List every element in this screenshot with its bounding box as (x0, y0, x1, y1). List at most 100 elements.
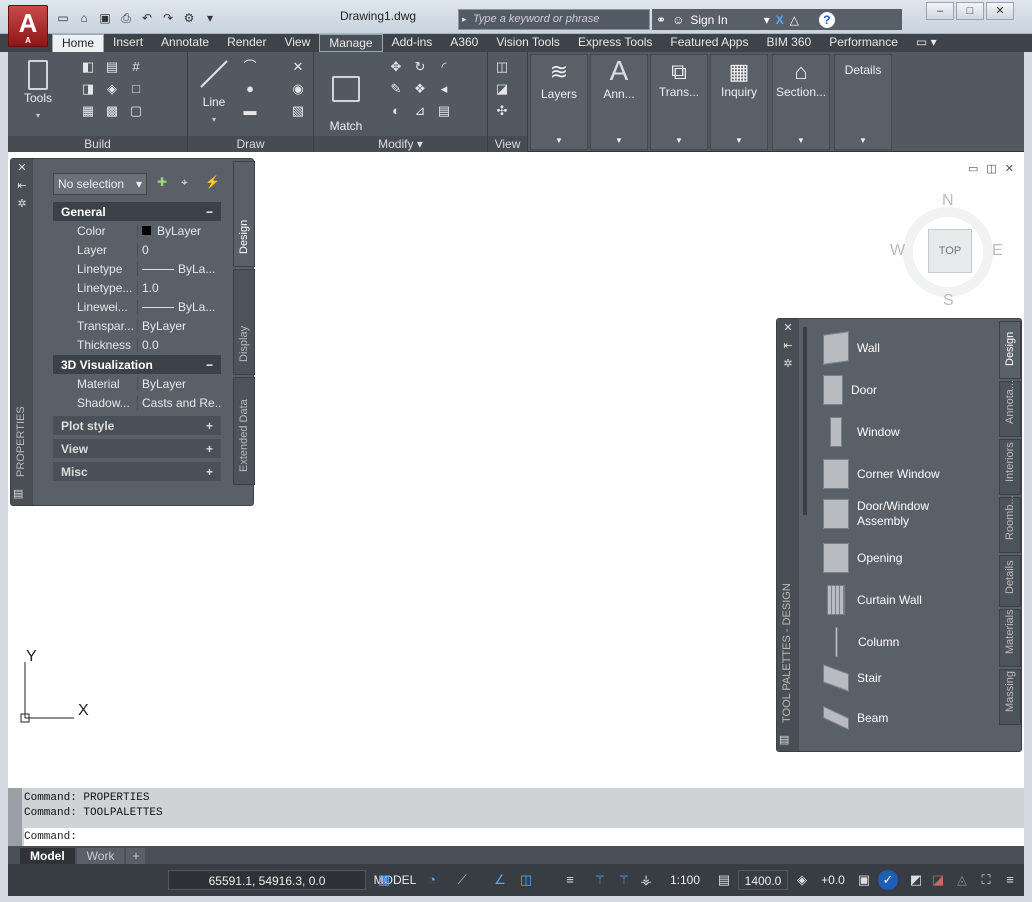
tab-massing[interactable]: Massing (999, 669, 1021, 725)
property-row[interactable]: Shadow... Casts and Re... (53, 393, 221, 412)
polyline-icon[interactable]: ⌒ (240, 58, 260, 76)
menu-icon[interactable]: ▤ (779, 731, 789, 749)
section-general[interactable]: General − (53, 202, 221, 221)
selection-dropdown[interactable]: No selection ▾ (53, 173, 147, 195)
tool-window[interactable]: Window (823, 417, 900, 447)
box-icon[interactable]: ▢ (126, 102, 146, 120)
tab-extended-data[interactable]: Extended Data (233, 377, 255, 485)
tab-manage[interactable]: Manage (319, 34, 383, 52)
graph-icon[interactable]: ◩ (906, 870, 926, 890)
save-icon[interactable]: ▣ (96, 9, 114, 27)
property-row[interactable]: Linetype... 1.0 (53, 278, 221, 297)
compass-west[interactable]: W (890, 242, 905, 260)
compass-south[interactable]: S (943, 292, 954, 310)
osnap-icon[interactable]: ◫ (516, 870, 536, 890)
coordinates-readout[interactable]: 65591.1, 54916.3, 0.0 (168, 870, 366, 890)
isolate-icon[interactable]: ✣ (492, 102, 512, 120)
hatch-icon[interactable]: ▧ (288, 102, 308, 120)
rectangle-icon[interactable]: ▬ (240, 102, 260, 120)
polar-icon[interactable]: ∠ (490, 870, 510, 890)
warning-icon[interactable]: ◪ (928, 870, 948, 890)
minimize-button[interactable]: – (926, 2, 954, 20)
add-layout-button[interactable]: + (126, 848, 146, 864)
tab-vision-tools[interactable]: Vision Tools (487, 34, 569, 52)
copy-icon[interactable]: ❖ (410, 80, 430, 98)
grid-icon[interactable]: ▦ (374, 870, 394, 890)
fillet-icon[interactable]: ◜ (434, 58, 454, 76)
property-row[interactable]: Thickness 0.0 (53, 335, 221, 354)
stretch-icon[interactable]: ◂ (434, 80, 454, 98)
fullscreen-icon[interactable]: ⛶ (976, 870, 996, 890)
pencil-icon[interactable]: ✎ (386, 80, 406, 98)
calculator-icon[interactable]: ▤ (714, 870, 734, 890)
snap-icon[interactable]: ◔ (422, 870, 442, 890)
autohide-icon[interactable]: ⇤ (11, 177, 33, 195)
move-icon[interactable]: ✥ (386, 58, 406, 76)
property-row[interactable]: Layer 0 (53, 240, 221, 259)
search-input[interactable]: ▸ Type a keyword or phrase (458, 9, 650, 30)
help-icon[interactable]: ? (818, 11, 835, 28)
circle-icon[interactable]: ● (240, 80, 260, 98)
rotate-icon[interactable]: ↻ (410, 58, 430, 76)
annotation-scale-icon[interactable]: ⚶ (636, 870, 656, 890)
connect-icon[interactable]: △ (790, 13, 799, 27)
tab-roombook[interactable]: Roomb... (999, 495, 1021, 553)
tab-performance[interactable]: Performance (820, 34, 907, 52)
tab-bim-360[interactable]: BIM 360 (757, 34, 820, 52)
tab-model[interactable]: Model (20, 848, 75, 864)
tab-annotate[interactable]: Annotate (152, 34, 218, 52)
exchange-icon[interactable]: X (776, 13, 784, 27)
tab-interiors[interactable]: Interiors (999, 439, 1021, 495)
tools-button[interactable]: Tools ▾ (18, 60, 58, 124)
tab-a360[interactable]: A360 (441, 34, 487, 52)
binoculars-icon[interactable]: ⚭ (656, 13, 666, 27)
modify-panel-label[interactable]: Modify ▾ (314, 136, 487, 152)
hardware-acceleration-icon[interactable]: ✓ (878, 870, 898, 890)
ortho-icon[interactable]: ⟋ (452, 870, 472, 890)
tool-curtain-wall[interactable]: Curtain Wall (823, 585, 922, 615)
scrollbar[interactable] (803, 327, 807, 515)
section-panel[interactable]: ⌂ Section... ▼ (772, 54, 830, 150)
inquiry-panel[interactable]: ▦ Inquiry ▼ (710, 54, 768, 150)
layer-copy-icon[interactable]: ▤ (434, 102, 454, 120)
offset-icon[interactable]: ◐ (386, 102, 406, 120)
maximize-button[interactable]: □ (956, 2, 984, 20)
customize-icon[interactable]: ≡ (1000, 870, 1020, 890)
tab-insert[interactable]: Insert (104, 34, 152, 52)
isolate-objects-icon[interactable]: ▣ (854, 870, 874, 890)
elevation-value[interactable]: +0.0 (816, 870, 850, 890)
compass-north[interactable]: N (942, 192, 954, 210)
tab-express-tools[interactable]: Express Tools (569, 34, 661, 52)
column-grid-icon[interactable]: ▩ (102, 102, 122, 120)
quick-select-icon[interactable]: ⚡ (205, 175, 220, 189)
application-menu-button[interactable]: AA (8, 5, 48, 47)
sign-in-button[interactable]: Sign In (690, 13, 727, 27)
property-row[interactable]: Transpar... ByLayer (53, 316, 221, 335)
viewport-minimize-icon[interactable]: ▭ (968, 162, 978, 175)
print-icon[interactable]: ⎙ (117, 9, 135, 27)
autohide-icon[interactable]: ⇤ (777, 337, 799, 355)
tab-annotation[interactable]: Annota... (999, 380, 1021, 437)
lineweight-icon[interactable]: ≡ (560, 870, 580, 890)
tool-column[interactable]: Column (823, 627, 899, 657)
select-objects-icon[interactable]: ⌖ (181, 175, 188, 190)
redo-icon[interactable]: ↷ (159, 9, 177, 27)
line-button[interactable]: Line ▾ (194, 58, 234, 128)
tab-view[interactable]: View (275, 34, 319, 52)
viewport-restore-icon[interactable]: ◫ (986, 162, 996, 175)
tool-beam[interactable]: Beam (823, 705, 888, 731)
section-3d-visualization[interactable]: 3D Visualization − (53, 355, 221, 374)
undo-icon[interactable]: ↶ (138, 9, 156, 27)
ribbon-options-icon[interactable]: ▭ ▾ (907, 34, 946, 52)
space-icon[interactable]: □ (126, 80, 146, 98)
tab-work[interactable]: Work (76, 848, 125, 864)
tab-details[interactable]: Details (999, 555, 1021, 607)
tab-display[interactable]: Display (233, 269, 255, 375)
tab-materials[interactable]: Materials (999, 609, 1021, 667)
viewport-close-icon[interactable]: ✕ (1005, 162, 1014, 175)
qat-dropdown-icon[interactable]: ▾ (201, 9, 219, 27)
cut-plane-value[interactable]: 1400.0 (738, 870, 788, 890)
tab-featured-apps[interactable]: Featured Apps (661, 34, 757, 52)
transparency-panel[interactable]: ⧉ Trans... ▼ (650, 54, 708, 150)
tool-door-window-assembly[interactable]: Door/Window Assembly (823, 499, 929, 529)
